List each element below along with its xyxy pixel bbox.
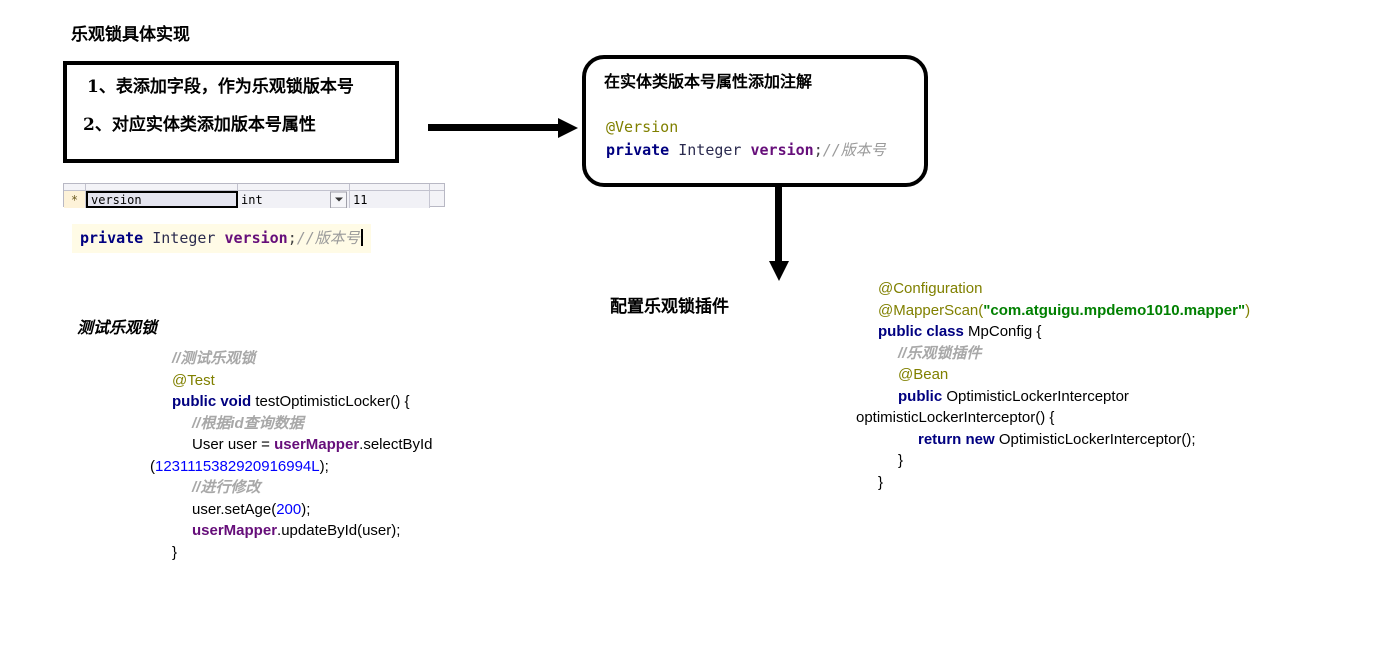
code-token: //根据id查询数据 xyxy=(192,414,304,432)
annotation-version-token: @Version xyxy=(606,118,679,136)
code-token: public void xyxy=(172,393,252,410)
row-marker-cell: * xyxy=(64,191,86,208)
code-token: public xyxy=(898,387,943,405)
code-line: User user = userMapper.selectById xyxy=(172,434,532,456)
page-title: 乐观锁具体实现 xyxy=(71,25,190,45)
code-token: return new xyxy=(918,430,995,448)
code-token: } xyxy=(878,473,884,491)
code-token: ); xyxy=(301,500,311,518)
config-code-snippet: @Configuration @MapperScan("com.atguigu.m… xyxy=(856,278,1288,494)
plugin-section-title: 配置乐观锁插件 xyxy=(610,297,729,317)
code-token: "com.atguigu.mpdemo1010.mapper" xyxy=(983,301,1246,319)
code-token: //乐观锁插件 xyxy=(898,344,982,362)
keyword-private: private xyxy=(606,141,670,159)
field-length-cell[interactable]: 11 xyxy=(350,191,430,208)
code-token: ); xyxy=(319,457,329,475)
code-line: return new OptimisticLockerInterceptor()… xyxy=(878,429,1288,451)
steps-line-2: 2、对应实体类添加版本号属性 xyxy=(83,115,316,135)
code-token: @Bean xyxy=(898,366,949,383)
code-line: userMapper.updateById(user); xyxy=(172,520,532,542)
test-code-snippet: //测试乐观锁 @Test public void testOptimisticLo… xyxy=(150,348,532,564)
editor-semicolon: ; xyxy=(287,229,297,247)
code-line: user.setAge(200); xyxy=(172,499,532,521)
editor-type-integer: Integer xyxy=(152,229,216,247)
code-line: //测试乐观锁 xyxy=(172,348,532,370)
code-token: @MapperScan( xyxy=(878,301,984,319)
annotation-callout-box: 在实体类版本号属性添加注解 @Version private Integer v… xyxy=(582,55,928,187)
code-token: //进行修改 xyxy=(192,479,261,496)
grid-row-version[interactable]: * version int 11 xyxy=(64,191,444,208)
code-token: MpConfig { xyxy=(963,323,1042,340)
editor-keyword-private: private xyxy=(80,229,144,247)
text-caret xyxy=(360,229,363,246)
chevron-down-icon[interactable] xyxy=(330,191,347,208)
code-line: //根据id查询数据 xyxy=(172,413,532,435)
code-line: //乐观锁插件 xyxy=(878,343,1288,365)
code-line: public OptimisticLockerInterceptor xyxy=(878,386,1288,408)
code-token: testOptimisticLocker() { xyxy=(251,393,410,410)
code-line: } xyxy=(172,542,532,564)
code-token: OptimisticLockerInterceptor xyxy=(942,387,1129,405)
editor-field-version: version xyxy=(224,229,288,247)
code-token: @Test xyxy=(172,371,215,389)
steps-callout-box: 1、表添加字段，作为乐观锁版本号 2、对应实体类添加版本号属性 xyxy=(63,61,399,163)
code-token: .selectById xyxy=(359,436,433,453)
steps-line-1: 1、表添加字段，作为乐观锁版本号 xyxy=(87,77,354,97)
code-token: ) xyxy=(1245,301,1251,319)
test-section-title: 测试乐观锁 xyxy=(77,318,158,337)
code-token: } xyxy=(172,543,178,561)
editor-code-strip[interactable]: private Integer version;//版本号 xyxy=(72,224,371,253)
code-token: public class xyxy=(878,323,964,340)
code-line: } xyxy=(878,450,1288,472)
db-field-grid[interactable]: * version int 11 xyxy=(63,183,445,208)
code-token: userMapper xyxy=(274,436,360,453)
code-line: @MapperScan("com.atguigu.mpdemo1010.mapp… xyxy=(878,300,1288,322)
code-line: //进行修改 xyxy=(172,477,532,499)
field-name-cell[interactable]: version xyxy=(86,191,238,208)
type-integer: Integer xyxy=(678,141,742,159)
code-token: optimisticLockerInterceptor() { xyxy=(856,409,1055,426)
annotation-code-version: @Version xyxy=(606,116,678,138)
code-line: } xyxy=(878,472,1288,494)
field-type-value: int xyxy=(241,192,263,207)
code-token: user.setAge( xyxy=(192,500,277,518)
code-line: @Test xyxy=(172,370,532,392)
code-line: @Bean xyxy=(878,364,1288,386)
code-line: public class MpConfig { xyxy=(878,321,1288,343)
comment-version: //版本号 xyxy=(822,141,886,159)
editor-comment: //版本号 xyxy=(296,229,360,247)
grid-partial-row-above xyxy=(64,184,444,191)
code-token: @Configuration xyxy=(878,280,983,297)
code-token: userMapper xyxy=(192,522,278,539)
annotation-box-title: 在实体类版本号属性添加注解 xyxy=(604,72,813,91)
code-line: (1231115382920916994L); xyxy=(150,456,532,478)
code-token: .updateById(user); xyxy=(277,522,401,539)
code-line: public void testOptimisticLocker() { xyxy=(172,391,532,413)
semicolon: ; xyxy=(813,141,823,159)
annotation-code-field-decl: private Integer version;//版本号 xyxy=(606,139,886,161)
code-line: @Configuration xyxy=(878,278,1288,300)
code-line: optimisticLockerInterceptor() { xyxy=(856,407,1288,429)
editor-line-field-decl[interactable]: private Integer version;//版本号 xyxy=(72,224,371,253)
code-token: 200 xyxy=(276,500,302,518)
code-token: User user = xyxy=(192,436,275,453)
field-version: version xyxy=(750,141,814,159)
code-token: 1231115382920916994L xyxy=(155,457,320,475)
field-type-cell[interactable]: int xyxy=(238,191,350,208)
code-token: } xyxy=(898,452,904,469)
code-token: OptimisticLockerInterceptor(); xyxy=(994,430,1196,448)
code-token: //测试乐观锁 xyxy=(172,350,256,367)
